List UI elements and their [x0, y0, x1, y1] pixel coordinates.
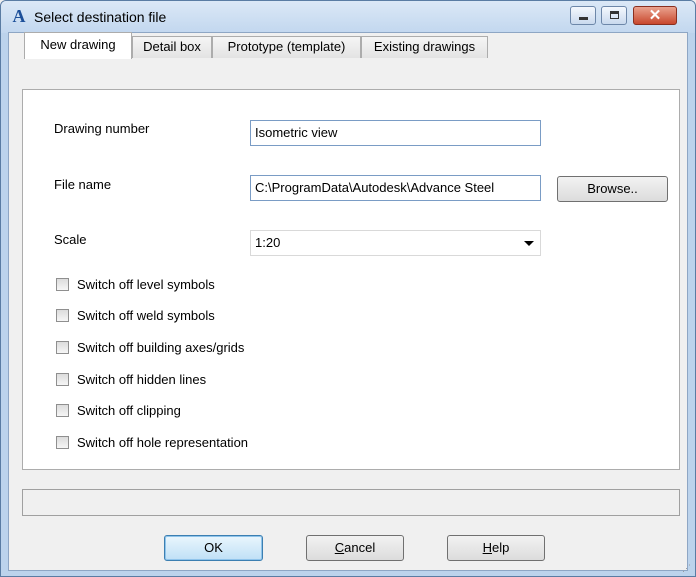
minimize-button[interactable]	[570, 6, 596, 25]
checkbox-box[interactable]	[56, 373, 69, 386]
cancel-label-rest: ancel	[344, 540, 376, 555]
checkbox-box[interactable]	[56, 309, 69, 322]
maximize-button[interactable]	[601, 6, 627, 25]
file-name-label: File name	[54, 177, 112, 192]
drawing-number-input[interactable]: Isometric view	[250, 120, 541, 146]
drawing-number-label: Drawing number	[54, 121, 150, 136]
checkbox-label: Switch off weld symbols	[77, 308, 215, 323]
checkbox-label: Switch off hole representation	[77, 435, 249, 450]
help-button[interactable]: Help	[447, 535, 545, 561]
checkbox-box[interactable]	[56, 341, 69, 354]
tab-label: Existing drawings	[373, 39, 476, 54]
window-title: Select destination file	[34, 9, 167, 25]
checkbox-label: Switch off building axes/grids	[77, 340, 245, 355]
checkbox-box[interactable]	[56, 278, 69, 291]
tab-label: New drawing	[40, 37, 116, 52]
minimize-icon	[579, 17, 588, 20]
tab-detail-box[interactable]: Detail box	[132, 36, 212, 58]
advance-steel-app-icon: A	[12, 6, 26, 26]
resize-grip-icon[interactable]: ⋰	[682, 563, 692, 573]
cancel-button[interactable]: Cancel	[306, 535, 404, 561]
status-bar	[22, 489, 680, 516]
tab-existing-drawings[interactable]: Existing drawings	[361, 36, 488, 58]
help-mnemonic: H	[482, 540, 493, 555]
tab-label: Detail box	[143, 39, 201, 54]
browse-button[interactable]: Browse..	[557, 176, 668, 202]
scale-selected-value: 1:20	[255, 235, 281, 250]
tab-new-drawing[interactable]: New drawing	[24, 32, 132, 59]
scale-dropdown[interactable]: 1:20	[250, 230, 541, 256]
chevron-down-icon	[524, 241, 534, 246]
help-label-rest: elp	[492, 540, 510, 555]
cancel-mnemonic: C	[334, 540, 345, 555]
checkbox-label: Switch off hidden lines	[77, 372, 207, 387]
checkbox-label: Switch off level symbols	[77, 277, 215, 292]
checkbox-box[interactable]	[56, 436, 69, 449]
file-name-input[interactable]: C:\ProgramData\Autodesk\Advance Steel	[250, 175, 541, 201]
maximize-icon	[610, 11, 619, 19]
close-button[interactable]: ✕	[633, 6, 677, 25]
checkbox-label: Switch off clipping	[77, 403, 181, 418]
ok-button[interactable]: OK	[164, 535, 263, 561]
title-bar[interactable]: A Select destination file ✕	[1, 1, 695, 33]
scale-label: Scale	[54, 232, 87, 247]
close-icon: ✕	[648, 7, 662, 24]
tab-prototype-template[interactable]: Prototype (template)	[212, 36, 361, 58]
checkbox-box[interactable]	[56, 404, 69, 417]
tab-label: Prototype (template)	[227, 39, 346, 54]
